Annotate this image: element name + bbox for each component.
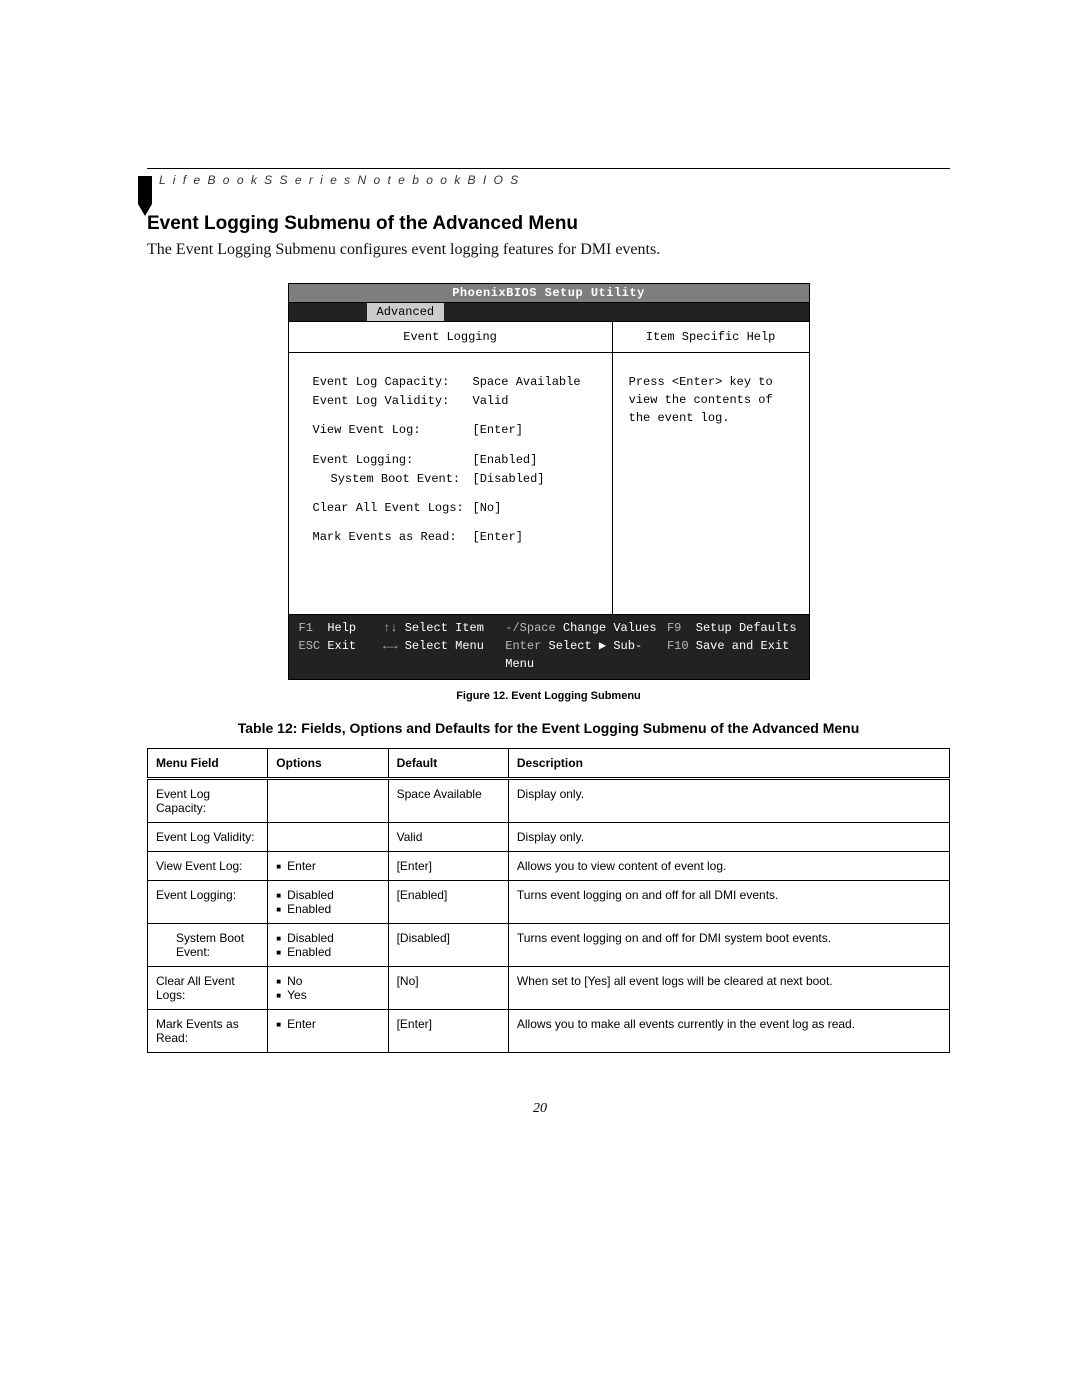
bios-tabs: Advanced [289, 303, 809, 322]
field-value: Space Available [473, 373, 581, 392]
bios-title: PhoenixBIOS Setup Utility [289, 284, 809, 303]
cell-field: Clear All Event Logs: [148, 967, 268, 1010]
cell-options: Enter [268, 1010, 388, 1053]
cell-description: Display only. [508, 823, 949, 852]
bios-left-heading: Event Logging [289, 322, 612, 353]
bios-help-text: Press <Enter> key to view the contents o… [613, 353, 809, 614]
cell-options: Enter [268, 852, 388, 881]
field-value: [Enabled] [473, 451, 538, 470]
table-row: Mark Events as Read:Enter[Enter]Allows y… [148, 1010, 950, 1053]
table-row: Event Log Validity: ValidDisplay only. [148, 823, 950, 852]
field-label: Clear All Event Logs: [313, 499, 473, 518]
cell-description: Turns event logging on and off for all D… [508, 881, 949, 924]
bios-tab-advanced: Advanced [367, 303, 445, 321]
cell-options: NoYes [268, 967, 388, 1010]
running-head: L i f e B o o k S S e r i e s N o t e b … [159, 173, 950, 187]
cell-field: Event Log Capacity: [148, 779, 268, 823]
cell-options [268, 779, 388, 823]
field-label: System Boot Event: [313, 470, 473, 489]
bios-right-heading: Item Specific Help [613, 322, 809, 353]
table-row: Clear All Event Logs:NoYes[No]When set t… [148, 967, 950, 1010]
field-value: [No] [473, 499, 502, 518]
cell-default: Space Available [388, 779, 508, 823]
table-title: Table 12: Fields, Options and Defaults f… [147, 720, 950, 736]
table-row: View Event Log:Enter[Enter]Allows you to… [148, 852, 950, 881]
field-label: View Event Log: [313, 421, 473, 440]
table-row: Event Logging:DisabledEnabled[Enabled]Tu… [148, 881, 950, 924]
field-value: [Enter] [473, 421, 523, 440]
field-value: [Enter] [473, 528, 523, 547]
cell-description: Allows you to make all events currently … [508, 1010, 949, 1053]
th-default: Default [388, 749, 508, 779]
cell-default: [Enter] [388, 1010, 508, 1053]
cell-options: DisabledEnabled [268, 881, 388, 924]
field-label: Mark Events as Read: [313, 528, 473, 547]
section-title: Event Logging Submenu of the Advanced Me… [147, 213, 950, 235]
cell-default: [Enter] [388, 852, 508, 881]
cell-default: [No] [388, 967, 508, 1010]
header-rule [147, 168, 950, 169]
page-number: 20 [0, 1101, 1080, 1117]
field-value: [Disabled] [473, 470, 545, 489]
field-label: Event Log Capacity: [313, 373, 473, 392]
cell-description: Display only. [508, 779, 949, 823]
field-label: Event Logging: [313, 451, 473, 470]
fields-table: Menu Field Options Default Description E… [147, 748, 950, 1053]
cell-field: Mark Events as Read: [148, 1010, 268, 1053]
bios-footer: F1 Help ↑↓ Select Item -/Space Change Va… [289, 615, 809, 679]
field-label: Event Log Validity: [313, 392, 473, 411]
bios-screenshot: PhoenixBIOS Setup Utility Advanced Event… [288, 283, 810, 680]
table-row: Event Log Capacity: Space AvailableDispla… [148, 779, 950, 823]
th-options: Options [268, 749, 388, 779]
th-menu-field: Menu Field [148, 749, 268, 779]
cell-description: When set to [Yes] all event logs will be… [508, 967, 949, 1010]
cell-default: [Enabled] [388, 881, 508, 924]
cell-default: [Disabled] [388, 924, 508, 967]
section-intro: The Event Logging Submenu configures eve… [147, 241, 950, 259]
cell-default: Valid [388, 823, 508, 852]
cell-field: Event Log Validity: [148, 823, 268, 852]
cell-description: Allows you to view content of event log. [508, 852, 949, 881]
cell-options: DisabledEnabled [268, 924, 388, 967]
th-description: Description [508, 749, 949, 779]
cell-field: View Event Log: [148, 852, 268, 881]
bios-fields: Event Log Capacity:Space Available Event… [289, 353, 612, 614]
figure-caption: Figure 12. Event Logging Submenu [147, 690, 950, 702]
cell-field: Event Logging: [148, 881, 268, 924]
field-value: Valid [473, 392, 509, 411]
cell-options [268, 823, 388, 852]
table-row: System Boot Event:DisabledEnabled[Disabl… [148, 924, 950, 967]
cell-description: Turns event logging on and off for DMI s… [508, 924, 949, 967]
cell-field: System Boot Event: [148, 924, 268, 967]
